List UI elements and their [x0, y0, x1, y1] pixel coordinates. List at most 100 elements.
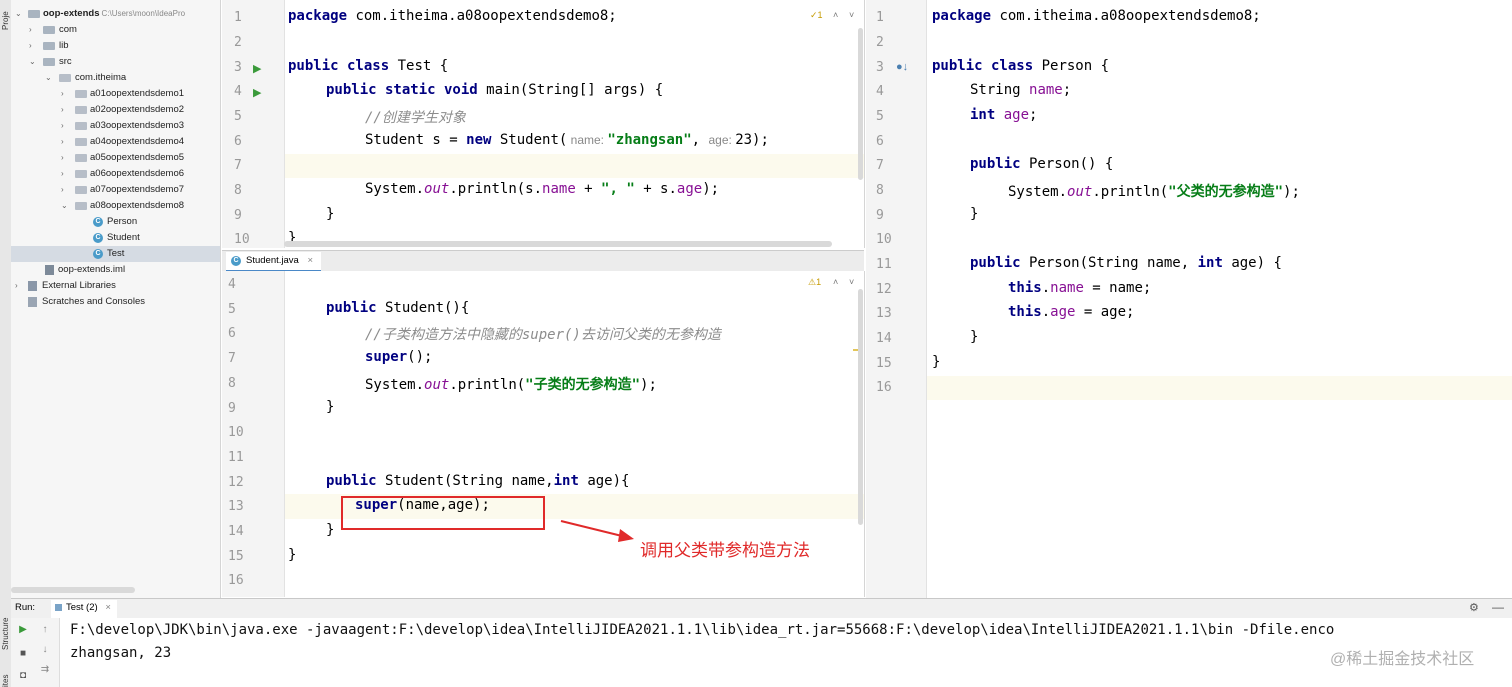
line-number: 5 [234, 109, 242, 124]
code-line: public Student(String name,int age){ [326, 473, 630, 489]
editor-test-java[interactable]: 1 2 3 4 5 6 7 8 9 10 ▶ ▶ package com.ith… [222, 0, 865, 248]
chevron-right-icon[interactable]: › [61, 118, 64, 134]
tree-item-test[interactable]: C Test [11, 246, 220, 262]
line-number: 16 [876, 380, 892, 395]
tree-item-demo2[interactable]: › a02oopextendsdemo2 [11, 102, 220, 118]
line-number: 1 [234, 10, 242, 25]
tree-item-iml[interactable]: oop-extends.iml [11, 262, 220, 278]
chevron-down-icon[interactable]: ⌄ [15, 6, 22, 22]
code-line: public Person(String name, int age) { [970, 255, 1282, 271]
editor-person-java[interactable]: 1 2 3 4 5 6 7 8 9 10 11 12 13 14 15 16 ●… [866, 0, 1512, 598]
code-line: super(); [365, 349, 433, 365]
tree-item-demo7[interactable]: › a07oopextendsdemo7 [11, 182, 220, 198]
chevron-right-icon[interactable]: › [29, 22, 32, 38]
run-gutter-icon[interactable]: ▶ [253, 86, 261, 99]
chevron-down-icon[interactable]: ˅ [849, 277, 854, 287]
chevron-right-icon[interactable]: › [61, 86, 64, 102]
tree-item-demo3[interactable]: › a03oopextendsdemo3 [11, 118, 220, 134]
tree-item-module[interactable]: ⌄ oop-extends C:\Users\moon\IdeaPro [11, 6, 220, 22]
line-number: 10 [876, 232, 892, 247]
current-line-highlight [926, 376, 1512, 400]
line-number: 8 [876, 183, 884, 198]
stop-icon[interactable]: ■ [17, 648, 29, 660]
package-icon [75, 138, 87, 146]
horizontal-scrollbar[interactable] [11, 587, 135, 593]
close-icon[interactable]: × [307, 255, 313, 266]
line-number: 15 [228, 549, 244, 564]
code-line: public class Person { [932, 58, 1110, 74]
run-console[interactable]: ▶ ■ ◘ ↑ ↓ ⇉ F:\develop\JDK\bin\java.exe … [11, 618, 1512, 687]
tree-item-demo4[interactable]: › a04oopextendsdemo4 [11, 134, 220, 150]
settings-gear-icon[interactable]: ⚙ [1469, 601, 1479, 614]
horizontal-scrollbar[interactable] [284, 241, 832, 247]
param-hint-age: age: [708, 133, 736, 147]
warning-icon[interactable]: ⚠1 [808, 277, 821, 288]
code-line: Student s = new Student( name: "zhangsan… [365, 132, 769, 148]
chevron-down-icon[interactable]: ˅ [849, 10, 854, 20]
favorites-tool-tab[interactable]: ites [1, 675, 10, 687]
tree-item-demo8[interactable]: ⌄ a08oopextendsdemo8 [11, 198, 220, 214]
package-icon [75, 170, 87, 178]
line-number: 8 [234, 183, 242, 198]
line-number: 16 [228, 573, 244, 588]
chevron-right-icon[interactable]: › [61, 134, 64, 150]
tree-item-package[interactable]: ⌄ com.itheima [11, 70, 220, 86]
tree-item-external-libraries[interactable]: › External Libraries [11, 278, 220, 294]
line-number: 4 [234, 84, 242, 99]
minimize-icon[interactable]: — [1492, 600, 1504, 614]
rerun-icon[interactable]: ▶ [17, 624, 29, 636]
chevron-down-icon[interactable]: ⌄ [45, 70, 52, 86]
code-line: int age; [970, 107, 1038, 123]
tree-item-src[interactable]: ⌄ src [11, 54, 220, 70]
code-line: String name; [970, 82, 1072, 98]
vertical-scrollbar[interactable] [858, 289, 863, 525]
tree-item-com[interactable]: › com [11, 22, 220, 38]
annotation-label: 调用父类带参构造方法 [640, 541, 810, 560]
camera-icon[interactable]: ◘ [17, 670, 29, 682]
class-icon: C [93, 217, 103, 227]
chevron-right-icon[interactable]: › [29, 38, 32, 54]
line-number: 10 [234, 232, 250, 247]
console-command-line: F:\develop\JDK\bin\java.exe -javaagent:F… [70, 622, 1335, 638]
chevron-right-icon[interactable]: › [61, 166, 64, 182]
soft-wrap-icon[interactable]: ⇉ [39, 664, 51, 676]
chevron-up-icon[interactable]: ˄ [833, 10, 838, 20]
chevron-right-icon[interactable]: › [61, 102, 64, 118]
arrow-up-icon[interactable]: ↑ [39, 624, 51, 636]
run-gutter-icon[interactable]: ▶ [253, 62, 261, 75]
tree-item-lib[interactable]: › lib [11, 38, 220, 54]
chevron-down-icon[interactable]: ⌄ [29, 54, 36, 70]
project-tool-tab[interactable]: Proje [1, 11, 10, 30]
implemented-by-icon[interactable]: ●↓ [896, 61, 908, 73]
tree-item-person[interactable]: C Person [11, 214, 220, 230]
chevron-down-icon[interactable]: ⌄ [61, 198, 68, 214]
tree-item-demo1[interactable]: › a01oopextendsdemo1 [11, 86, 220, 102]
chevron-right-icon[interactable]: › [61, 150, 64, 166]
module-folder-icon [28, 10, 40, 18]
chevron-up-icon[interactable]: ˄ [833, 277, 838, 287]
tree-item-student[interactable]: C Student [11, 230, 220, 246]
code-line: } [326, 522, 335, 538]
folder-icon [43, 42, 55, 50]
scratches-icon [28, 297, 37, 307]
code-line: } [970, 329, 979, 345]
run-tab-test[interactable]: Test (2) × [51, 600, 117, 620]
tree-item-demo6[interactable]: › a06oopextendsdemo6 [11, 166, 220, 182]
arrow-down-icon[interactable]: ↓ [39, 644, 51, 656]
structure-tool-tab[interactable]: Structure [1, 618, 10, 650]
tree-item-scratches[interactable]: Scratches and Consoles [11, 294, 220, 310]
close-icon[interactable]: × [105, 602, 111, 613]
folder-icon [43, 58, 55, 66]
vertical-scrollbar[interactable] [858, 28, 863, 180]
line-number: 9 [876, 208, 884, 223]
run-label: Run: [15, 602, 36, 613]
tree-item-demo5[interactable]: › a05oopextendsdemo5 [11, 150, 220, 166]
chevron-right-icon[interactable]: › [15, 278, 18, 294]
chevron-right-icon[interactable]: › [61, 182, 64, 198]
class-icon: C [93, 249, 103, 259]
code-line: } [288, 547, 297, 563]
inspection-widget[interactable]: ✓1 [810, 10, 823, 21]
line-number: 2 [876, 35, 884, 50]
current-line-highlight [222, 154, 864, 178]
tab-student-java[interactable]: C Student.java × [226, 252, 322, 272]
